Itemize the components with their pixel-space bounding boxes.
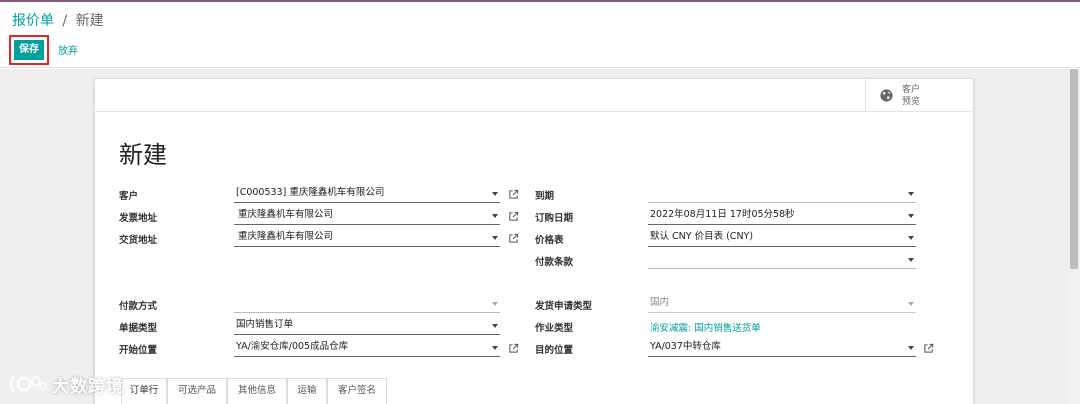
- button-box: 客户 预览: [95, 79, 973, 112]
- delivery-address-value: 重庆隆鑫机车有限公司: [238, 231, 334, 242]
- globe-icon: [880, 89, 893, 102]
- pricelist-label: 价格表: [535, 235, 564, 246]
- breadcrumb-separator: /: [62, 13, 68, 29]
- order-date-field[interactable]: 2022年08月11日 17时05分58秒: [648, 207, 916, 225]
- tab-other-info[interactable]: 其他信息: [227, 378, 287, 404]
- pricelist-value: 默认 CNY 价目表 (CNY): [650, 231, 754, 242]
- watermark-logo-icon: [9, 374, 47, 394]
- destination-location-field[interactable]: YA/037中转仓库: [648, 339, 916, 357]
- caret-down-icon[interactable]: [908, 302, 914, 306]
- customer-preview-label-line1: 客户: [902, 85, 921, 95]
- watermark-text: 大数跨境: [52, 377, 124, 397]
- invoice-address-field[interactable]: 重庆隆鑫机车有限公司: [234, 207, 500, 225]
- caret-down-icon[interactable]: [492, 346, 498, 350]
- external-link-icon[interactable]: [923, 343, 934, 354]
- save-button[interactable]: 保存: [14, 40, 44, 60]
- destination-location-value: YA/037中转仓库: [650, 341, 721, 352]
- customer-field[interactable]: [C000533] 重庆隆鑫机车有限公司: [234, 185, 500, 203]
- start-location-field[interactable]: YA/渝安仓库/005成品仓库: [234, 339, 500, 357]
- start-location-label: 开始位置: [119, 345, 158, 356]
- tab-shipping[interactable]: 运输: [287, 378, 327, 404]
- order-date-value: 2022年08月11日 17时05分58秒: [650, 209, 795, 220]
- payment-method-field[interactable]: [234, 295, 500, 313]
- form-sheet: 客户 预览 新建 客户 [C000533] 重庆隆鑫机车有限公司 发票地址 重庆…: [94, 78, 974, 404]
- external-link-icon[interactable]: [508, 233, 519, 244]
- invoice-address-label: 发票地址: [119, 213, 158, 224]
- caret-down-icon[interactable]: [492, 192, 498, 196]
- customer-preview-button[interactable]: 客户 预览: [865, 79, 974, 112]
- external-link-icon[interactable]: [508, 189, 519, 200]
- control-panel: 报价单 / 新建 保存 放弃: [0, 2, 1080, 68]
- start-location-value: YA/渝安仓库/005成品仓库: [236, 341, 349, 352]
- caret-down-icon[interactable]: [908, 236, 914, 240]
- order-date-label: 订购日期: [535, 213, 574, 224]
- external-link-icon[interactable]: [508, 343, 519, 354]
- breadcrumb-quotations-link[interactable]: 报价单: [12, 13, 54, 29]
- form-view-background: 客户 预览 新建 客户 [C000533] 重庆隆鑫机车有限公司 发票地址 重庆…: [0, 69, 1068, 404]
- caret-down-icon[interactable]: [908, 346, 914, 350]
- delivery-address-label: 交货地址: [119, 235, 158, 246]
- expiration-field[interactable]: [648, 185, 916, 203]
- scrollbar-thumb[interactable]: [1070, 69, 1078, 269]
- operation-type-label: 作业类型: [535, 323, 574, 334]
- caret-down-icon[interactable]: [492, 324, 498, 328]
- expiration-label: 到期: [535, 191, 555, 202]
- payment-method-label: 付款方式: [119, 301, 158, 312]
- caret-down-icon[interactable]: [908, 214, 914, 218]
- payment-terms-field[interactable]: [648, 251, 916, 269]
- document-type-field[interactable]: 国内销售订单: [234, 317, 500, 335]
- caret-down-icon[interactable]: [492, 236, 498, 240]
- discard-button[interactable]: 放弃: [58, 42, 78, 57]
- operation-type-link[interactable]: 渝安减震: 国内销售送货单: [650, 320, 761, 334]
- tab-order-lines[interactable]: 订单行: [121, 378, 167, 404]
- customer-value: [C000533] 重庆隆鑫机车有限公司: [236, 187, 385, 198]
- external-link-icon[interactable]: [508, 211, 519, 222]
- caret-down-icon[interactable]: [492, 302, 498, 306]
- record-title: 新建: [119, 141, 167, 169]
- tab-optional-products[interactable]: 可选产品: [167, 378, 227, 404]
- document-type-value: 国内销售订单: [236, 319, 294, 330]
- vertical-scrollbar[interactable]: [1068, 69, 1080, 404]
- delivery-address-field[interactable]: 重庆隆鑫机车有限公司: [234, 229, 500, 247]
- tab-customer-signature[interactable]: 客户签名: [327, 378, 387, 404]
- shipping-request-type-value: 国内: [650, 297, 670, 308]
- customer-label: 客户: [119, 191, 139, 202]
- caret-down-icon[interactable]: [492, 214, 498, 218]
- customer-preview-label-line2: 预览: [902, 97, 921, 107]
- shipping-request-type-label: 发货申请类型: [535, 301, 593, 312]
- caret-down-icon[interactable]: [908, 258, 914, 262]
- invoice-address-value: 重庆隆鑫机车有限公司: [238, 209, 334, 220]
- caret-down-icon[interactable]: [908, 192, 914, 196]
- payment-terms-label: 付款条款: [535, 257, 574, 268]
- breadcrumb-current: 新建: [75, 13, 104, 29]
- shipping-request-type-field[interactable]: 国内: [648, 295, 916, 313]
- pricelist-field[interactable]: 默认 CNY 价目表 (CNY): [648, 229, 916, 247]
- breadcrumb: 报价单 / 新建: [12, 10, 104, 30]
- destination-location-label: 目的位置: [535, 345, 574, 356]
- save-button-highlight: 保存: [9, 35, 49, 65]
- document-type-label: 单据类型: [119, 323, 158, 334]
